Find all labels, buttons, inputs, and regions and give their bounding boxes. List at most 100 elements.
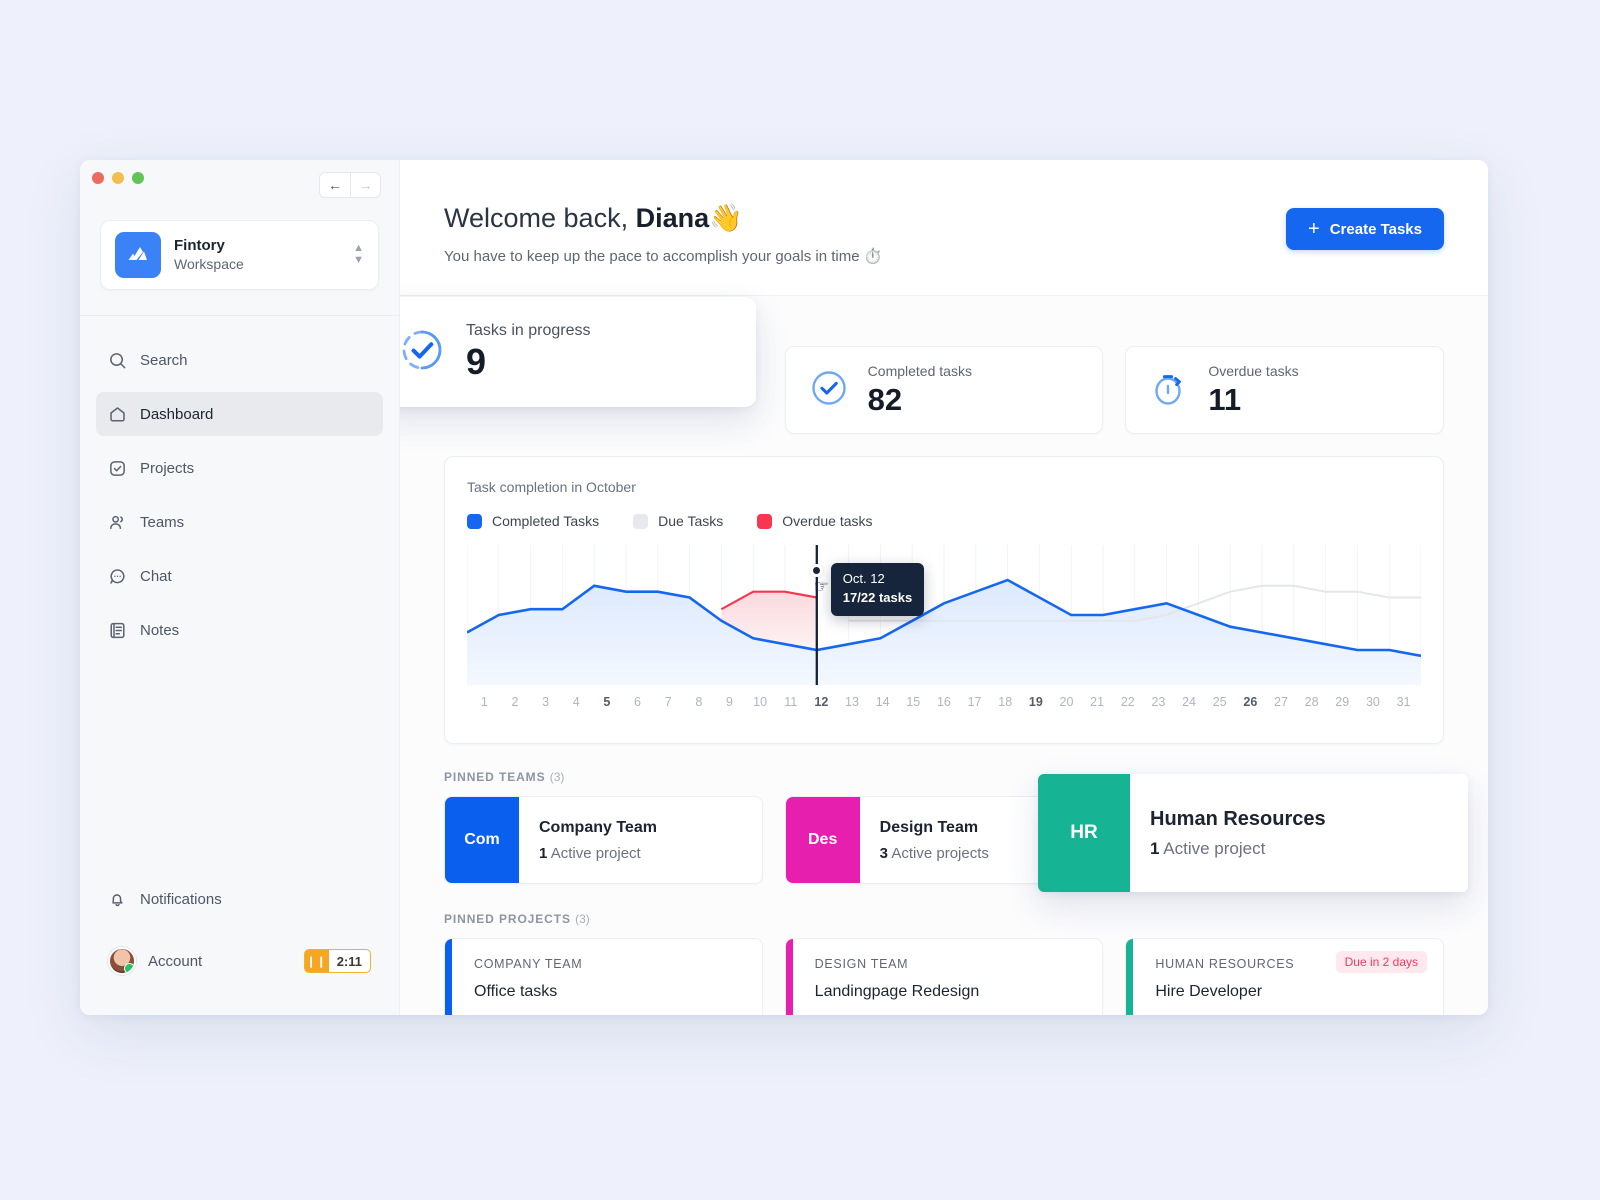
pinned-projects-count: (3) <box>575 912 590 926</box>
x-axis-tick: 28 <box>1304 695 1319 709</box>
sidebar-item-teams[interactable]: Teams <box>96 500 383 544</box>
dashboard-body: Overview Completed tasks 82 <box>400 296 1488 1015</box>
sidebar-item-chat[interactable]: Chat <box>96 554 383 598</box>
overview-card-value: 82 <box>867 381 903 417</box>
team-card-company-team[interactable]: Com Company Team 1 Active project <box>444 796 763 884</box>
x-axis-tick: 4 <box>572 695 580 709</box>
greeting-name: Diana <box>635 203 710 233</box>
legend-label: Completed Tasks <box>492 513 600 529</box>
legend-label: Overdue tasks <box>782 513 873 529</box>
overview-card-tasks-in-progress[interactable]: Tasks in progress 9 <box>400 297 756 407</box>
legend-swatch <box>757 513 773 529</box>
overview-cards: Completed tasks 82 Overdue tasks 11 Task… <box>400 297 1445 434</box>
x-axis-tick: 21 <box>1090 695 1105 709</box>
sidebar-item-label: Projects <box>140 459 195 477</box>
bell-icon <box>108 890 134 909</box>
x-axis-tick: 15 <box>906 695 921 709</box>
workspace-subtitle: Workspace <box>174 256 244 273</box>
close-window-button[interactable] <box>92 172 104 184</box>
chevron-up-down-icon[interactable]: ▲ ▼ <box>353 243 364 266</box>
window-titlebar: ← → <box>80 160 399 218</box>
x-axis-tick: 30 <box>1365 695 1380 709</box>
tooltip-date: Oct. 12 <box>842 571 885 586</box>
sidebar-footer: Notifications Account ❙❙ 2:11 <box>80 877 399 993</box>
pause-icon[interactable]: ❙❙ <box>304 950 329 972</box>
x-axis-tick: 22 <box>1120 695 1135 709</box>
tooltip-value: 17/22 tasks <box>842 589 913 605</box>
sidebar-item-notes[interactable]: Notes <box>96 608 383 652</box>
project-team-label: DESIGN TEAM <box>814 957 909 971</box>
x-axis-tick: 1 <box>480 695 488 709</box>
team-avatar-badge: Des <box>785 797 860 883</box>
history-navigation[interactable]: ← → <box>319 172 381 198</box>
chart-title: Task completion in October <box>467 479 636 495</box>
x-axis-tick: 2 <box>511 695 519 709</box>
main-content: Welcome back, Diana👋 You have to keep up… <box>400 160 1488 1015</box>
hand-cursor-icon: ☞ <box>813 577 830 596</box>
pinned-projects-label: Pinned Projects (3) <box>444 912 1444 926</box>
pinned-projects-section: Pinned Projects (3) COMPANY TEAM Office … <box>444 912 1445 1015</box>
page-subtitle: You have to keep up the pace to accompli… <box>444 248 883 265</box>
sidebar-item-label: Dashboard <box>140 405 214 423</box>
search-icon <box>108 351 134 370</box>
chart-plot-area[interactable]: ☞ Oct. 12 17/22 tasks <box>467 545 1421 685</box>
x-axis-tick: 19 <box>1028 695 1043 709</box>
project-title: Office tasks <box>474 983 558 1000</box>
team-avatar-badge: Com <box>445 797 519 883</box>
team-card-human-resources[interactable]: HR Human Resources 1 Active project <box>1038 774 1468 892</box>
project-color-stripe <box>1126 939 1134 1015</box>
sidebar-item-search[interactable]: Search <box>96 338 383 382</box>
team-name: Company Team <box>539 818 657 836</box>
create-tasks-label: Create Tasks <box>1329 220 1422 238</box>
workspace-logo-icon <box>115 232 161 278</box>
x-axis-tick: 7 <box>664 695 672 709</box>
project-team-label: COMPANY TEAM <box>474 957 583 971</box>
sidebar-item-label: Search <box>140 351 188 369</box>
traffic-light-controls[interactable] <box>92 172 144 184</box>
x-axis-tick: 27 <box>1274 695 1288 709</box>
team-project-count: 3 <box>879 844 889 862</box>
legend-item-overdue[interactable]: Overdue tasks <box>757 513 873 529</box>
team-project-count: 1 <box>1150 838 1160 858</box>
legend-item-completed[interactable]: Completed Tasks <box>467 513 599 529</box>
sidebar-item-projects[interactable]: Projects <box>96 446 383 490</box>
page-header: Welcome back, Diana👋 You have to keep up… <box>400 160 1488 296</box>
time-tracker-badge[interactable]: ❙❙ 2:11 <box>303 949 371 973</box>
x-axis-tick: 26 <box>1243 695 1258 709</box>
project-card-landingpage-redesign[interactable]: DESIGN TEAM Landingpage Redesign <box>784 938 1104 1015</box>
x-axis-tick: 11 <box>784 695 798 709</box>
forward-arrow-icon[interactable]: → <box>350 173 380 197</box>
x-axis-tick: 13 <box>845 695 859 709</box>
workspace-switcher[interactable]: Fintory Workspace ▲ ▼ <box>100 220 379 290</box>
project-card-hire-developer[interactable]: HUMAN RESOURCES Due in 2 days Hire Devel… <box>1125 938 1445 1015</box>
chart-svg <box>467 545 1421 685</box>
overview-card-label: Overdue tasks <box>1208 362 1299 379</box>
wave-emoji-icon: 👋 <box>709 203 743 233</box>
legend-item-due[interactable]: Due Tasks <box>633 513 723 529</box>
status-badge: Due in 2 days <box>1335 951 1428 973</box>
sidebar-item-notifications[interactable]: Notifications <box>96 877 383 921</box>
overview-card-overdue-tasks[interactable]: Overdue tasks 11 <box>1125 346 1445 434</box>
pinned-projects-row: COMPANY TEAM Office tasks DESIGN TEAM La… <box>444 938 1445 1015</box>
pinned-teams-section: Pinned Teams (3) Com Company Team 1 Acti… <box>444 770 1468 892</box>
sidebar-item-dashboard[interactable]: Dashboard <box>96 392 383 436</box>
account-label: Account <box>148 952 203 970</box>
x-axis-tick: 16 <box>936 695 951 709</box>
project-card-office-tasks[interactable]: COMPANY TEAM Office tasks <box>444 938 763 1015</box>
x-axis-tick: 20 <box>1059 695 1074 709</box>
plus-icon: + <box>1308 217 1320 240</box>
back-arrow-icon[interactable]: ← <box>320 173 350 197</box>
overview-card-completed-tasks[interactable]: Completed tasks 82 <box>784 346 1104 434</box>
greeting-prefix: Welcome back, <box>444 203 636 233</box>
x-axis-tick: 5 <box>603 695 611 709</box>
pinned-teams-count: (3) <box>549 770 565 784</box>
timer-value: 2:11 <box>336 953 362 969</box>
sidebar-item-account[interactable]: Account ❙❙ 2:11 <box>96 939 383 983</box>
app-window: ← → Fintory Workspace ▲ ▼ Search Dashboa… <box>80 160 1488 1015</box>
create-tasks-button[interactable]: + Create Tasks <box>1286 208 1444 250</box>
minimize-window-button[interactable] <box>112 172 124 184</box>
team-name: Human Resources <box>1150 807 1326 830</box>
x-axis-tick: 3 <box>542 695 550 709</box>
x-axis-tick: 14 <box>875 695 890 709</box>
maximize-window-button[interactable] <box>132 172 144 184</box>
